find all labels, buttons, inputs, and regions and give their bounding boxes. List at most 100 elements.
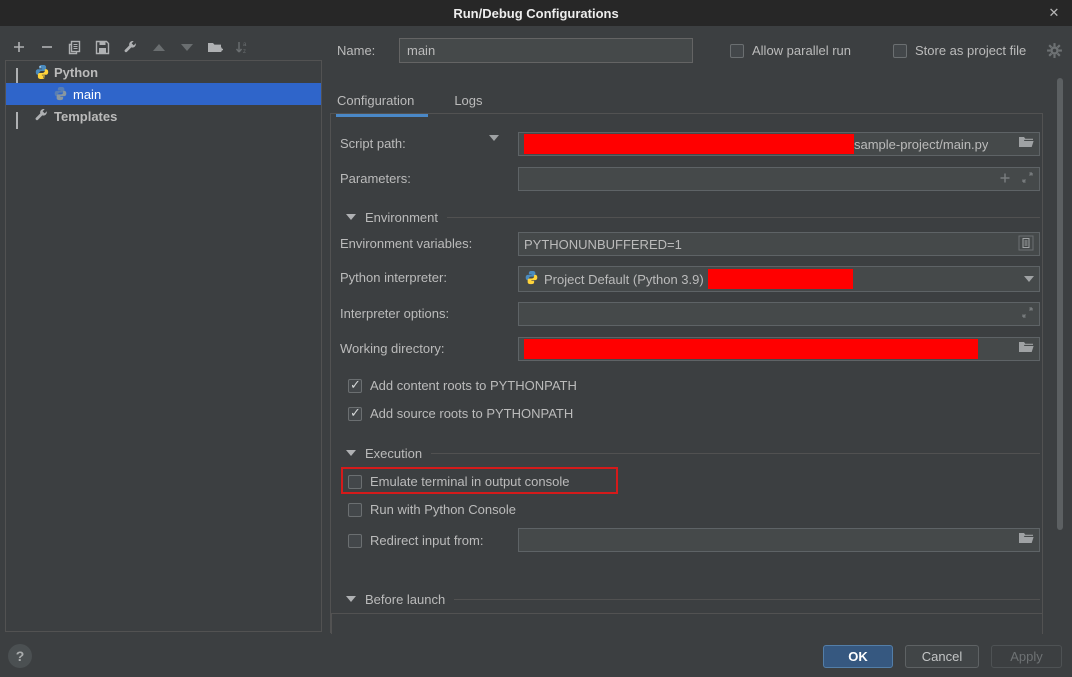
before-launch-section-header[interactable]: Before launch [331,591,1042,607]
parameters-row: Parameters: [331,167,1042,191]
collapse-triangle-icon[interactable] [346,450,356,456]
browse-folder-icon[interactable] [1018,532,1034,549]
add-content-roots-checkbox[interactable]: Add content roots to PYTHONPATH [348,378,577,393]
interpreter-options-field[interactable] [518,302,1040,326]
redaction-bar [708,269,853,289]
configurations-toolbar: az [10,38,251,56]
checkbox-label: Emulate terminal in output console [370,474,569,489]
checkbox-label: Add content roots to PYTHONPATH [370,378,577,393]
name-label: Name: [337,43,375,58]
close-icon[interactable]: ✕ [1044,3,1064,23]
move-up-icon[interactable] [150,39,167,56]
tree-item-label: Python [54,65,98,80]
store-as-project-file-checkbox[interactable]: Store as project file [893,43,1026,58]
add-macro-icon[interactable] [999,172,1011,187]
remove-configuration-button[interactable] [38,39,55,56]
python-icon [34,64,50,80]
chevron-right-icon[interactable] [16,112,24,120]
checkbox-label: Store as project file [915,43,1026,58]
checkbox-label: Run with Python Console [370,502,516,517]
python-interpreter-label: Python interpreter: [340,270,447,285]
tree-item-label: main [73,87,101,102]
ok-button[interactable]: OK [823,645,893,668]
redirect-input-checkbox[interactable]: Redirect input from: [348,533,483,548]
script-path-row: Script path: sample-project/main.py [331,132,1042,156]
python-interpreter-row: Python interpreter: Project Default (Pyt… [331,266,1042,290]
edit-variables-icon[interactable] [1018,235,1034,254]
section-title: Environment [365,210,438,225]
checkbox-box[interactable] [730,44,744,58]
expand-field-icon[interactable] [1021,171,1034,187]
checkbox-label: Redirect input from: [370,533,483,548]
checkbox-label: Allow parallel run [752,43,851,58]
add-configuration-button[interactable] [10,39,27,56]
parameters-field[interactable] [518,167,1040,191]
add-source-roots-checkbox[interactable]: Add source roots to PYTHONPATH [348,406,573,421]
checkbox-box[interactable] [893,44,907,58]
checkbox-box[interactable] [348,407,362,421]
environment-variables-field[interactable]: PYTHONUNBUFFERED=1 [518,232,1040,256]
save-configuration-icon[interactable] [94,39,111,56]
script-path-label: Script path: [340,136,406,151]
script-path-value: sample-project/main.py [854,137,988,152]
new-folder-icon[interactable] [206,39,223,56]
execution-section-header[interactable]: Execution [331,445,1042,461]
run-debug-configurations-dialog: Run/Debug Configurations ✕ az [0,0,1072,677]
working-directory-field[interactable] [518,337,1040,361]
store-options-gear-icon[interactable] [1046,42,1063,62]
section-title: Before launch [365,592,445,607]
title-bar: Run/Debug Configurations ✕ [0,0,1072,26]
python-script-icon [53,86,69,102]
checkbox-box[interactable] [348,475,362,489]
section-title: Execution [365,446,422,461]
interpreter-options-row: Interpreter options: [331,302,1042,326]
emulate-terminal-checkbox[interactable]: Emulate terminal in output console [348,474,569,489]
checkbox-box[interactable] [348,534,362,548]
python-interpreter-combobox[interactable]: Project Default (Python 3.9) [518,266,1040,292]
checkbox-box[interactable] [348,503,362,517]
script-path-type-chevron-icon[interactable] [489,141,499,156]
script-path-field[interactable]: sample-project/main.py [518,132,1040,156]
redirect-input-field[interactable] [518,528,1040,552]
tree-item-main-selected[interactable]: main [6,83,321,105]
python-icon [524,270,539,288]
redirect-input-row: Redirect input from: [331,528,1042,552]
collapse-triangle-icon[interactable] [346,596,356,602]
name-input[interactable] [399,38,693,63]
browse-folder-icon[interactable] [1018,341,1034,358]
configurations-tree: Python main Templates [5,60,322,632]
tree-item-templates[interactable]: Templates [6,105,321,127]
environment-variables-row: Environment variables: PYTHONUNBUFFERED=… [331,232,1042,256]
edit-templates-wrench-icon[interactable] [122,39,139,56]
combobox-arrow-icon[interactable] [1024,276,1034,282]
vertical-scrollbar-thumb[interactable] [1057,78,1063,530]
tree-item-python[interactable]: Python [6,61,321,83]
parameters-label: Parameters: [340,171,411,186]
environment-section-header[interactable]: Environment [331,209,1042,225]
run-with-python-console-checkbox[interactable]: Run with Python Console [348,502,516,517]
templates-wrench-icon [34,108,50,124]
checkbox-label: Add source roots to PYTHONPATH [370,406,573,421]
sort-alphabetically-icon[interactable]: az [234,39,251,56]
apply-button[interactable]: Apply [991,645,1062,668]
redaction-bar [524,339,978,359]
copy-configuration-icon[interactable] [66,39,83,56]
dialog-title: Run/Debug Configurations [453,6,618,21]
tree-item-label: Templates [54,109,117,124]
allow-parallel-run-checkbox[interactable]: Allow parallel run [730,43,851,58]
environment-variables-value: PYTHONUNBUFFERED=1 [524,237,682,252]
working-directory-row: Working directory: [331,337,1042,361]
redaction-bar [524,134,854,154]
expand-field-icon[interactable] [1021,306,1034,322]
chevron-down-icon[interactable] [16,68,24,76]
checkbox-box[interactable] [348,379,362,393]
cancel-button[interactable]: Cancel [905,645,979,668]
interpreter-options-label: Interpreter options: [340,306,449,321]
collapse-triangle-icon[interactable] [346,214,356,220]
browse-folder-icon[interactable] [1018,136,1034,153]
move-down-icon[interactable] [178,39,195,56]
environment-variables-label: Environment variables: [340,236,472,251]
python-interpreter-value: Project Default (Python 3.9) [544,272,704,287]
before-launch-task-list[interactable] [331,613,1043,634]
help-button[interactable]: ? [8,644,32,668]
